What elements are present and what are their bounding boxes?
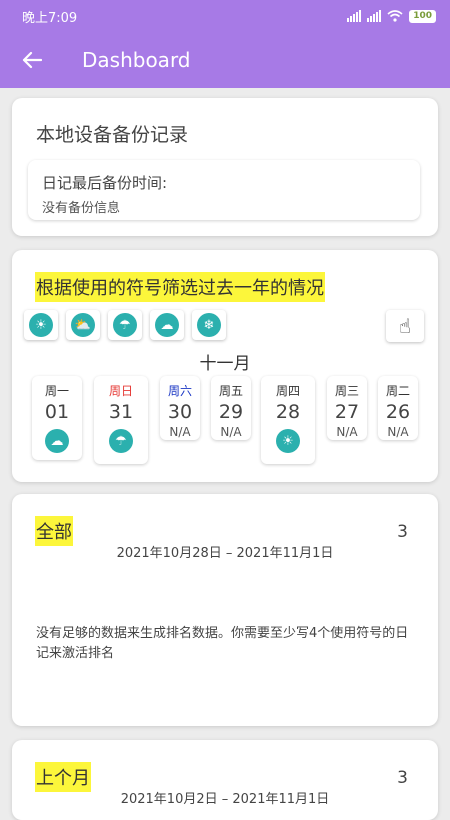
day-symbol: ☁ — [42, 429, 72, 453]
day-symbol: ☀ — [273, 429, 303, 453]
filter-sun-button[interactable]: ☀ — [24, 310, 58, 340]
day-name: 周二 — [385, 384, 410, 398]
sun-icon: ☀ — [276, 429, 300, 453]
backup-value: 没有备份信息 — [42, 201, 121, 216]
month-label: 十一月 — [199, 354, 251, 374]
day-na: N/A — [387, 425, 409, 439]
symbol-filter-row: ☀ ⛅ ☂ ☁ ❄ — [24, 310, 226, 340]
snow-icon: ❄ — [197, 313, 221, 337]
day-number: 28 — [275, 401, 301, 423]
day-card[interactable]: 周四 28 ☀ — [261, 376, 315, 464]
day-number: 29 — [218, 401, 244, 423]
battery-icon: 100 — [409, 9, 436, 23]
cloud-storm-icon: ☁ — [45, 429, 69, 453]
day-name: 周四 — [275, 384, 300, 398]
back-button[interactable] — [0, 32, 64, 88]
cloud-storm-icon: ☁ — [155, 313, 179, 337]
ranking-all-message: 没有足够的数据来生成排名数据。你需要至少写4个使用符号的日记来激活排名 — [36, 626, 409, 661]
filter-rain-button[interactable]: ☂ — [108, 310, 142, 340]
day-na: N/A — [220, 425, 242, 439]
day-card[interactable]: 周六 30 N/A — [160, 376, 200, 440]
ranking-last-month-count: 3 — [397, 768, 408, 788]
day-number: 27 — [334, 401, 360, 423]
symbols-title: 根据使用的符号筛选过去一年的情况 — [35, 272, 325, 302]
day-card[interactable]: 周三 27 N/A — [327, 376, 367, 440]
day-symbol: ☂ — [106, 429, 136, 453]
cloud-rain-icon: ☂ — [109, 429, 133, 453]
tap-hand-icon: ☝ — [398, 314, 412, 338]
signal-icon — [347, 10, 362, 22]
partly-cloudy-icon: ⛅ — [71, 313, 95, 337]
day-number: 31 — [108, 401, 134, 423]
day-number: 01 — [44, 401, 70, 423]
day-card[interactable]: 周日 31 ☂ — [94, 376, 148, 464]
ranking-all-count: 3 — [397, 522, 408, 542]
backup-label: 日记最后备份时间: — [42, 174, 168, 192]
day-name: 周六 — [167, 384, 192, 398]
filter-storm-button[interactable]: ☁ — [150, 310, 184, 340]
symbols-card: 根据使用的符号筛选过去一年的情况 ☀ ⛅ ☂ ☁ ❄ ☝ 十一月 周一 01 ☁… — [12, 250, 438, 482]
filter-snow-button[interactable]: ❄ — [192, 310, 226, 340]
day-name: 周五 — [218, 384, 243, 398]
day-name: 周三 — [334, 384, 359, 398]
app-bar: Dashboard — [0, 32, 450, 88]
day-card[interactable]: 周一 01 ☁ — [32, 376, 82, 460]
status-time: 晚上7:09 — [22, 10, 78, 26]
ranking-all-card: 全部 3 2021年10月28日 – 2021年11月1日 没有足够的数据来生成… — [12, 494, 438, 726]
backup-title: 本地设备备份记录 — [36, 124, 189, 146]
ranking-last-month-range: 2021年10月2日 – 2021年11月1日 — [120, 792, 330, 807]
page-title: Dashboard — [82, 48, 191, 72]
day-na: N/A — [336, 425, 358, 439]
tap-hand-button[interactable]: ☝ — [386, 310, 424, 342]
signal2-icon — [367, 10, 382, 22]
status-icons: 100 — [347, 9, 436, 23]
backup-info-box: 日记最后备份时间: 没有备份信息 — [28, 160, 420, 220]
day-number: 30 — [167, 401, 193, 423]
backup-card: 本地设备备份记录 日记最后备份时间: 没有备份信息 — [12, 98, 438, 236]
day-number: 26 — [385, 401, 411, 423]
sun-icon: ☀ — [29, 313, 53, 337]
day-name: 周日 — [108, 384, 133, 398]
status-bar: 晚上7:09 100 — [0, 0, 450, 32]
filter-partly-cloudy-button[interactable]: ⛅ — [66, 310, 100, 340]
day-card[interactable]: 周五 29 N/A — [211, 376, 251, 440]
arrow-left-icon — [22, 51, 42, 69]
day-name: 周一 — [44, 384, 69, 398]
day-na: N/A — [169, 425, 191, 439]
cloud-rain-icon: ☂ — [113, 313, 137, 337]
day-card[interactable]: 周二 26 N/A — [378, 376, 418, 440]
day-strip: 周一 01 ☁ 周日 31 ☂ 周六 30 N/A 周五 29 N/A 周四 2… — [12, 376, 438, 476]
ranking-last-month-card: 上个月 3 2021年10月2日 – 2021年11月1日 — [12, 740, 438, 820]
ranking-all-range: 2021年10月28日 – 2021年11月1日 — [116, 546, 334, 561]
wifi-icon — [387, 10, 403, 22]
